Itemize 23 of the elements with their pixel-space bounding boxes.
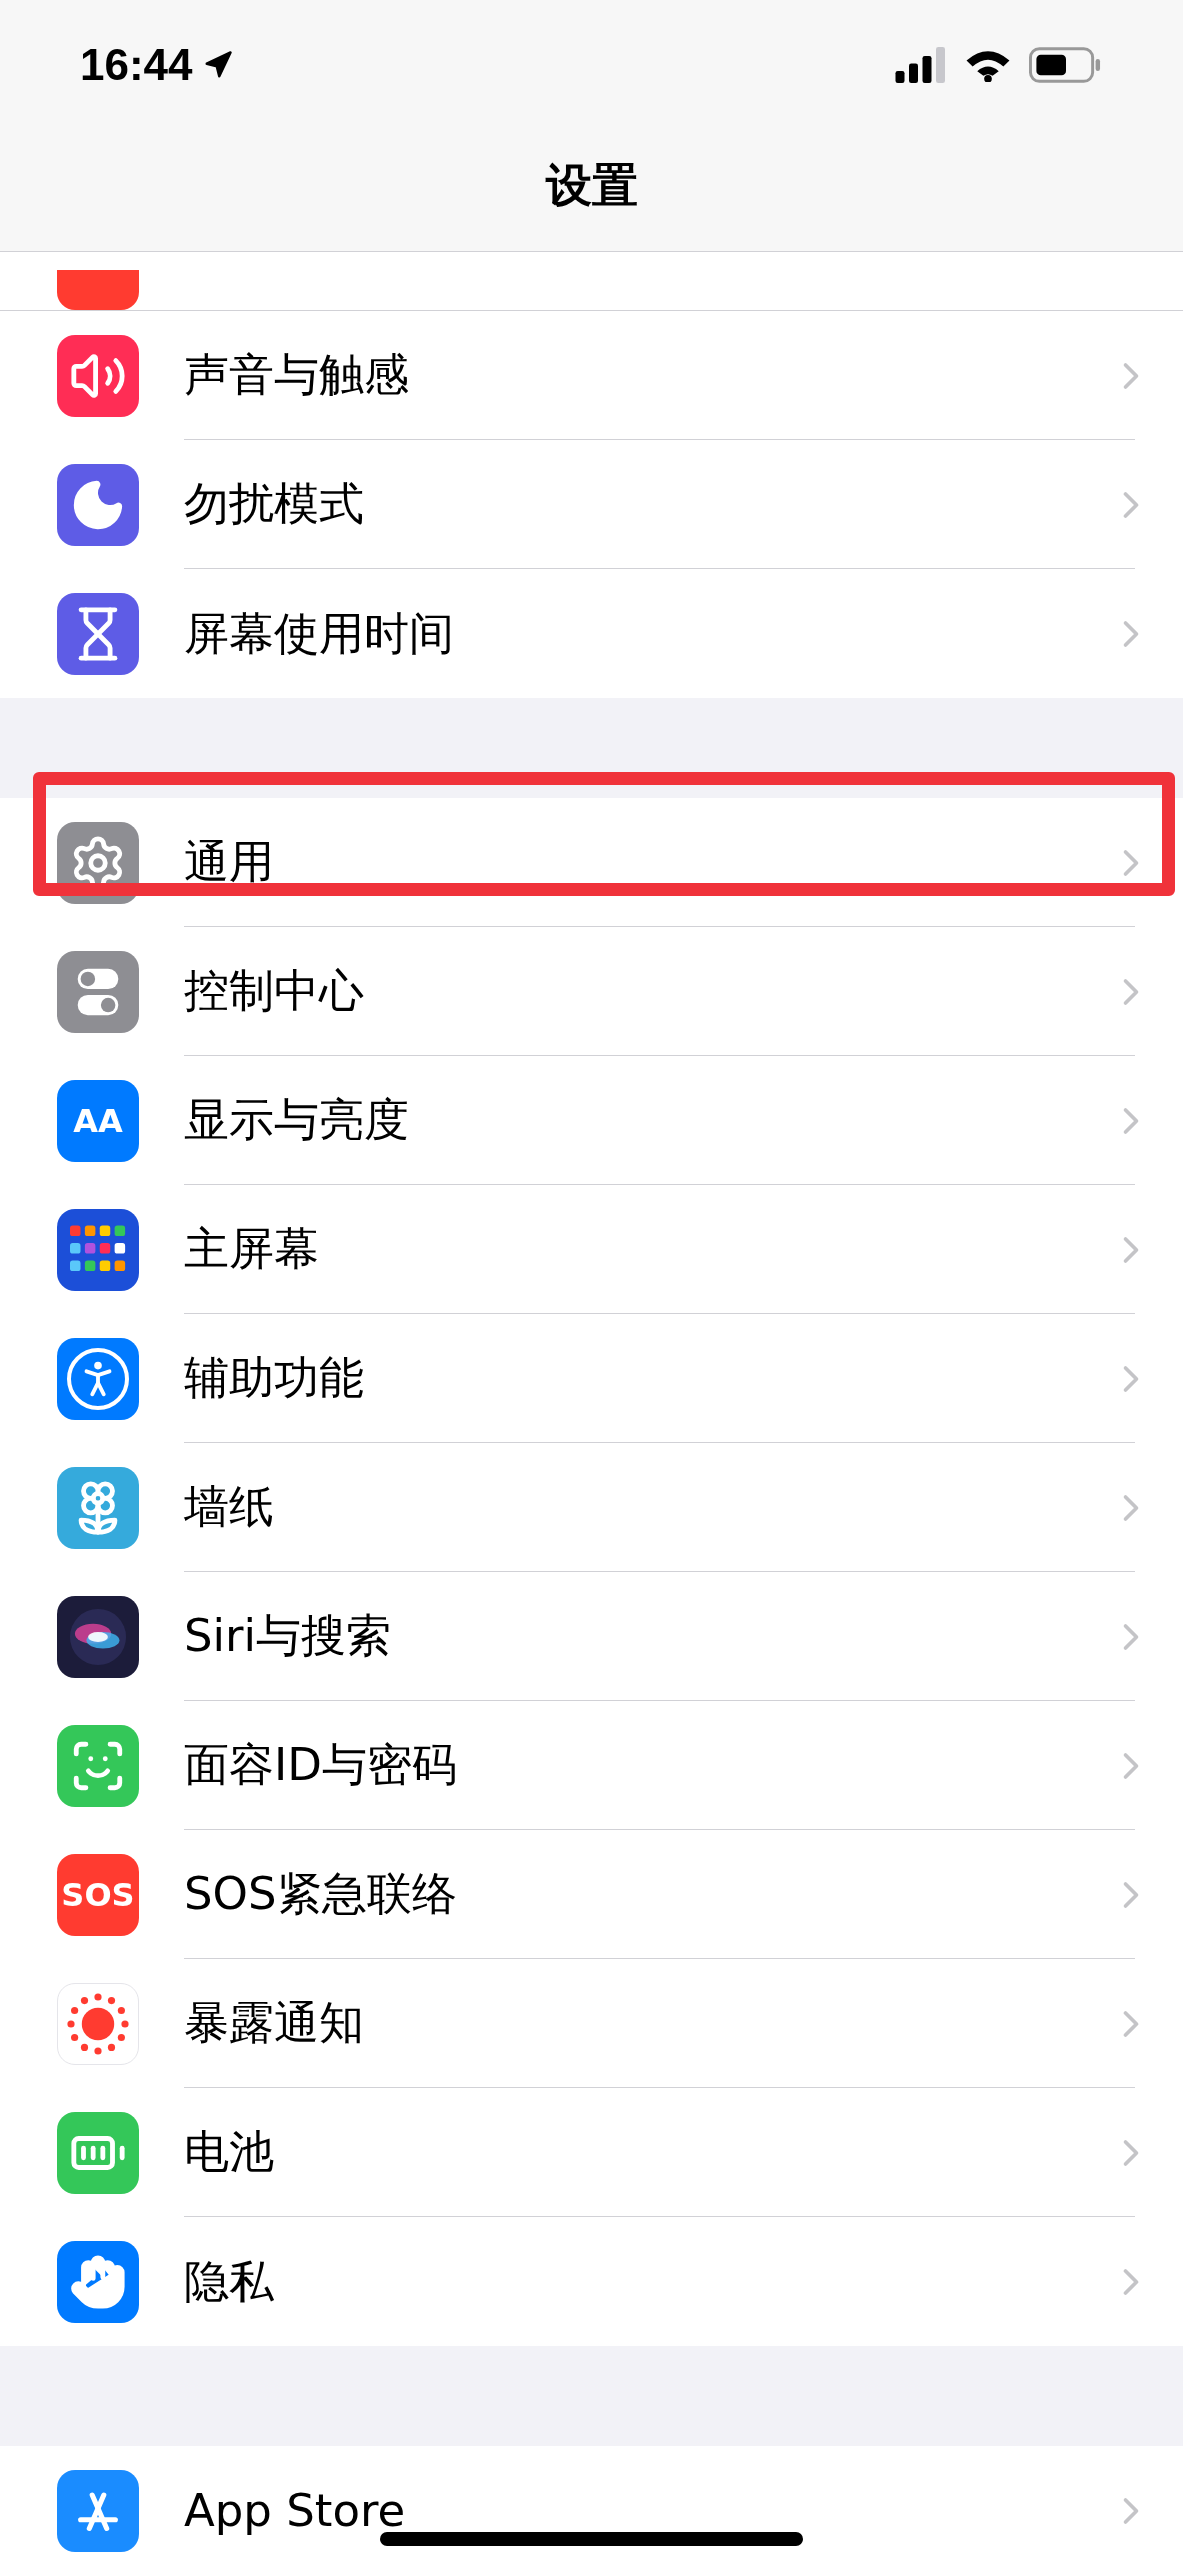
settings-row[interactable]: App Store <box>0 2446 1183 2560</box>
settings-row[interactable]: 勿扰模式 <box>0 440 1183 569</box>
page-title: 设置 <box>545 157 638 214</box>
settings-row[interactable]: AA 显示与亮度 <box>0 1056 1183 1185</box>
settings-row[interactable]: 辅助功能 <box>0 1314 1183 1443</box>
settings-row[interactable]: 墙纸 <box>0 1443 1183 1572</box>
settings-row[interactable]: 面容ID与密码 <box>0 1701 1183 1830</box>
settings-row[interactable]: Siri与搜索 <box>0 1572 1183 1701</box>
settings-row[interactable]: SOS SOS紧急联络 <box>0 1830 1183 1959</box>
icon-label: SOS <box>61 1878 135 1911</box>
icon-label: AA <box>73 1104 123 1137</box>
battery-status-icon <box>1029 47 1103 83</box>
signal-icon <box>895 47 947 83</box>
settings-row[interactable]: 主屏幕 <box>0 1185 1183 1314</box>
settings-row[interactable]: 暴露通知 <box>0 1959 1183 2088</box>
accessibility-icon <box>67 1347 129 1410</box>
settings-row[interactable]: 声音与触感 <box>0 311 1183 440</box>
settings-row[interactable]: 屏幕使用时间 <box>0 569 1183 698</box>
settings-row[interactable]: 控制中心 <box>0 927 1183 1056</box>
settings-row[interactable]: 隐私 <box>0 2217 1183 2346</box>
wifi-icon <box>965 48 1011 82</box>
settings-row[interactable]: 电池 <box>0 2088 1183 2217</box>
status-time: 16:44 <box>80 39 193 91</box>
